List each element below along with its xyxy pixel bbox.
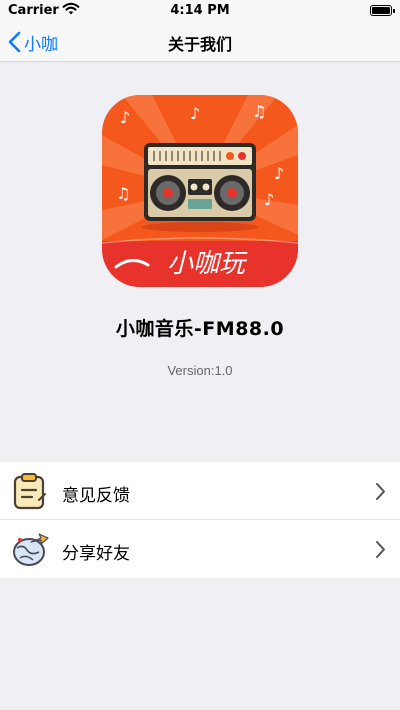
svg-text:♫: ♫ [252,102,266,121]
share-label: 分享好友 [62,544,130,564]
svg-text:♪: ♪ [190,104,200,123]
status-bar: Carrier 4:14 PM [0,0,400,22]
share-globe-icon [11,530,49,568]
feedback-label: 意见反馈 [62,486,130,506]
clipboard-icon [11,472,49,510]
page-title: 关于我们 [167,35,232,54]
logo-text: 小咖玩 [167,249,248,279]
svg-text:♫: ♫ [116,184,130,203]
navigation-bar: 小咖 关于我们 [0,22,400,62]
share-row[interactable]: 分享好友 [0,520,400,578]
feedback-row[interactable]: 意见反馈 [0,462,400,520]
clock: 4:14 PM [170,3,230,18]
svg-text:♪: ♪ [120,108,130,127]
battery-icon [370,5,395,16]
app-name: 小咖音乐-FM88.0 [115,318,285,340]
chevron-right-icon [375,482,386,505]
app-logo: ♪ ♪ ♫ ♪ ♫ ♪ 小咖玩 [102,95,298,287]
version-label: Version:1.0 [167,363,233,378]
settings-menu: 意见反馈 分享好友 [0,462,400,578]
svg-text:♪: ♪ [264,190,274,209]
svg-text:♪: ♪ [274,164,284,183]
chevron-right-icon [375,540,386,563]
